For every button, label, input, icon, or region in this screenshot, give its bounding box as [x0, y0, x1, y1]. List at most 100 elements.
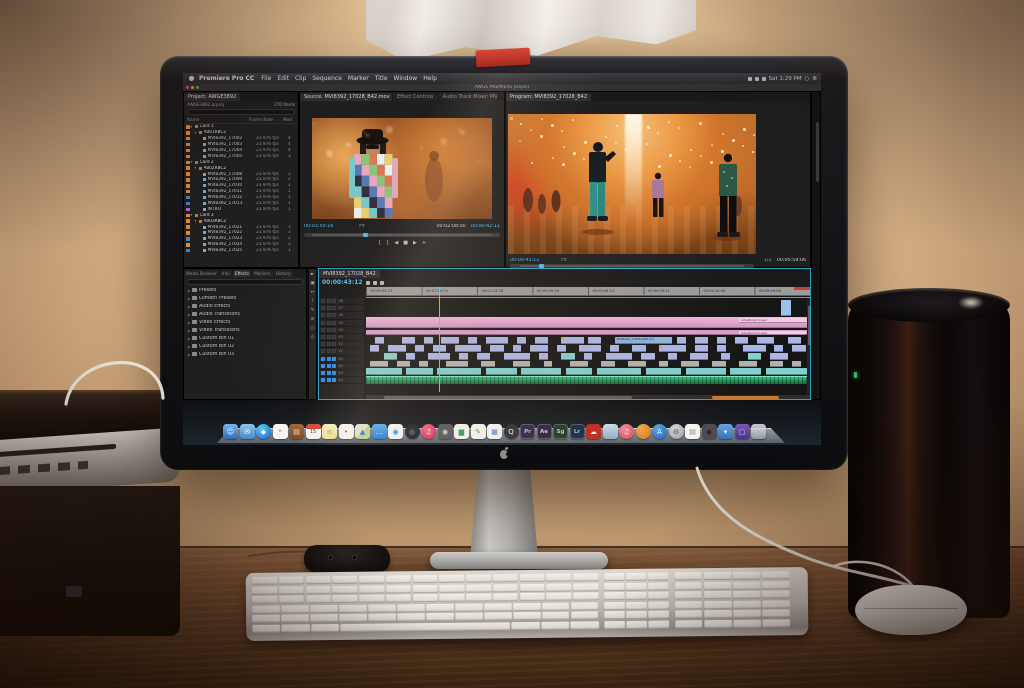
effects-folder-row[interactable]: ▸Audio Transitions: [184, 310, 306, 318]
timeline-clip[interactable]: [659, 345, 686, 352]
minimize-window-icon[interactable]: [191, 86, 194, 89]
label-color-chip[interactable]: [186, 249, 190, 253]
finder-icon[interactable]: ☺: [223, 424, 238, 439]
timeline-clip[interactable]: [774, 345, 783, 352]
track-header-v3[interactable]: V3: [319, 334, 364, 341]
track-header-v8[interactable]: V8: [319, 298, 364, 305]
menu-app-name[interactable]: Premiere Pro CC: [199, 75, 254, 82]
timeline-clip[interactable]: [459, 353, 468, 360]
timeline-clip[interactable]: MVI8392_17028_B42 [V]: [615, 337, 673, 344]
timeline-clip[interactable]: [628, 361, 646, 367]
effects-folder-row[interactable]: ▸Video Transitions: [184, 326, 306, 334]
track-header-v4[interactable]: V4: [319, 327, 364, 334]
timeline-clip[interactable]: [686, 368, 726, 375]
timeline-clip[interactable]: [717, 345, 726, 352]
premiere-pro-icon[interactable]: Pr: [520, 424, 535, 439]
timeline-clip[interactable]: [659, 361, 668, 367]
snap-icon[interactable]: [366, 281, 370, 285]
slip-tool[interactable]: ◇: [311, 335, 314, 340]
timeline-clip[interactable]: [402, 337, 415, 344]
timeline-clip[interactable]: [557, 345, 566, 352]
timeline-clip[interactable]: [579, 345, 601, 352]
razor-tool[interactable]: /: [312, 299, 314, 304]
column-media[interactable]: Med: [283, 117, 295, 122]
timeline-clip[interactable]: [384, 353, 397, 360]
timeline-clip[interactable]: [415, 345, 424, 352]
maps-icon[interactable]: ▲: [355, 424, 370, 439]
label-color-chip[interactable]: [186, 190, 190, 194]
trash-icon[interactable]: [751, 424, 766, 439]
source-scrub-bar[interactable]: [304, 233, 500, 237]
label-color-chip[interactable]: [186, 231, 190, 235]
transport-button[interactable]: ■: [403, 240, 408, 246]
timeline-clip[interactable]: [695, 337, 708, 344]
menu-clip[interactable]: Clip: [295, 75, 306, 82]
ripple-edit-tool[interactable]: ↔: [311, 290, 315, 295]
tab-program[interactable]: Program: MVI8392_17028_B42: [506, 93, 591, 101]
tab-sequence[interactable]: MVI8392_17028_B42: [319, 270, 380, 278]
track-header-a3[interactable]: A3: [319, 370, 364, 377]
program-scale-dropdown[interactable]: 1/2: [764, 258, 772, 263]
label-color-chip[interactable]: [186, 137, 190, 141]
hand-tool[interactable]: ≡: [311, 317, 315, 322]
project-item-row[interactable]: MVI8392_1702523.976 fps1: [184, 248, 298, 254]
effects-search-input[interactable]: [187, 279, 303, 285]
track-header-v5[interactable]: V5: [319, 320, 364, 327]
timeline-hor-scrollbar[interactable]: [366, 395, 810, 399]
photo-booth-icon[interactable]: ◎: [405, 424, 420, 439]
app-store-icon[interactable]: A: [652, 424, 667, 439]
column-frame-rate[interactable]: Frame Rate: [249, 117, 283, 122]
tab-effects[interactable]: Effects: [233, 270, 251, 277]
label-color-chip[interactable]: [186, 225, 190, 229]
menu-help[interactable]: Help: [423, 75, 437, 82]
tab-audio-track-mixer[interactable]: Audio Track Mixer: MVI8392_17028_B42: [439, 93, 497, 101]
audio-master-track[interactable]: [366, 376, 810, 384]
timeline-clip[interactable]: [570, 361, 588, 367]
timeline-clip[interactable]: [677, 337, 686, 344]
timeline-clip[interactable]: [370, 361, 388, 367]
effects-folder-row[interactable]: ▸Lumetri Presets: [184, 294, 306, 302]
tab-markers[interactable]: Markers: [252, 270, 273, 277]
spotlight-icon[interactable]: ○: [805, 76, 810, 82]
zoom-window-icon[interactable]: [196, 86, 199, 89]
timeline-clip[interactable]: [477, 353, 490, 360]
track-header-a1[interactable]: A1: [319, 356, 364, 363]
label-color-chip[interactable]: [186, 172, 190, 176]
airport-utility-icon[interactable]: [603, 424, 618, 439]
timeline-clip[interactable]: [730, 368, 761, 375]
timeline-clip[interactable]: [530, 345, 548, 352]
menu-clock[interactable]: Sat 1:29 PM: [769, 76, 802, 82]
timeline-clip[interactable]: [375, 337, 384, 344]
timeline-clip[interactable]: [584, 353, 593, 360]
calendar-icon[interactable]: 15: [306, 424, 321, 439]
transport-button[interactable]: {: [378, 240, 381, 246]
timeline-clip[interactable]: [370, 345, 379, 352]
messages-icon[interactable]: …: [372, 424, 387, 439]
timeline-clip[interactable]: [743, 345, 765, 352]
timeline-clip[interactable]: [770, 361, 783, 367]
program-video-frame[interactable]: [508, 114, 756, 254]
downloads-folder-icon[interactable]: ▾: [718, 424, 733, 439]
timeline-clip[interactable]: [766, 368, 810, 375]
timeline-clip[interactable]: [446, 361, 468, 367]
timeline-clip[interactable]: [781, 300, 791, 316]
safari-icon[interactable]: ◆: [256, 424, 271, 439]
label-color-chip[interactable]: [186, 219, 190, 223]
timeline-clip[interactable]: [712, 361, 725, 367]
effects-folder-row[interactable]: ▸Audio Effects: [184, 302, 306, 310]
itunes-store-icon[interactable]: ♫: [619, 424, 634, 439]
pen-tool[interactable]: ✎: [311, 308, 315, 313]
transport-button[interactable]: ▶: [413, 240, 417, 246]
timeline-clip[interactable]: [397, 361, 410, 367]
numbers-icon[interactable]: ▆: [454, 424, 469, 439]
timeline-clip[interactable]: [490, 345, 503, 352]
adjustment-layer-clip[interactable]: Adjustment Layer: [739, 318, 806, 323]
timeline-clip[interactable]: [437, 368, 481, 375]
mail-icon[interactable]: ✉: [240, 424, 255, 439]
program-fit-dropdown[interactable]: Fit: [561, 258, 567, 263]
notification-center-icon[interactable]: ≣: [812, 76, 817, 82]
timeline-clip[interactable]: [597, 368, 641, 375]
contacts-icon[interactable]: ▤: [289, 424, 304, 439]
timeline-clip[interactable]: [566, 368, 593, 375]
transport-button[interactable]: ◀: [394, 240, 398, 246]
